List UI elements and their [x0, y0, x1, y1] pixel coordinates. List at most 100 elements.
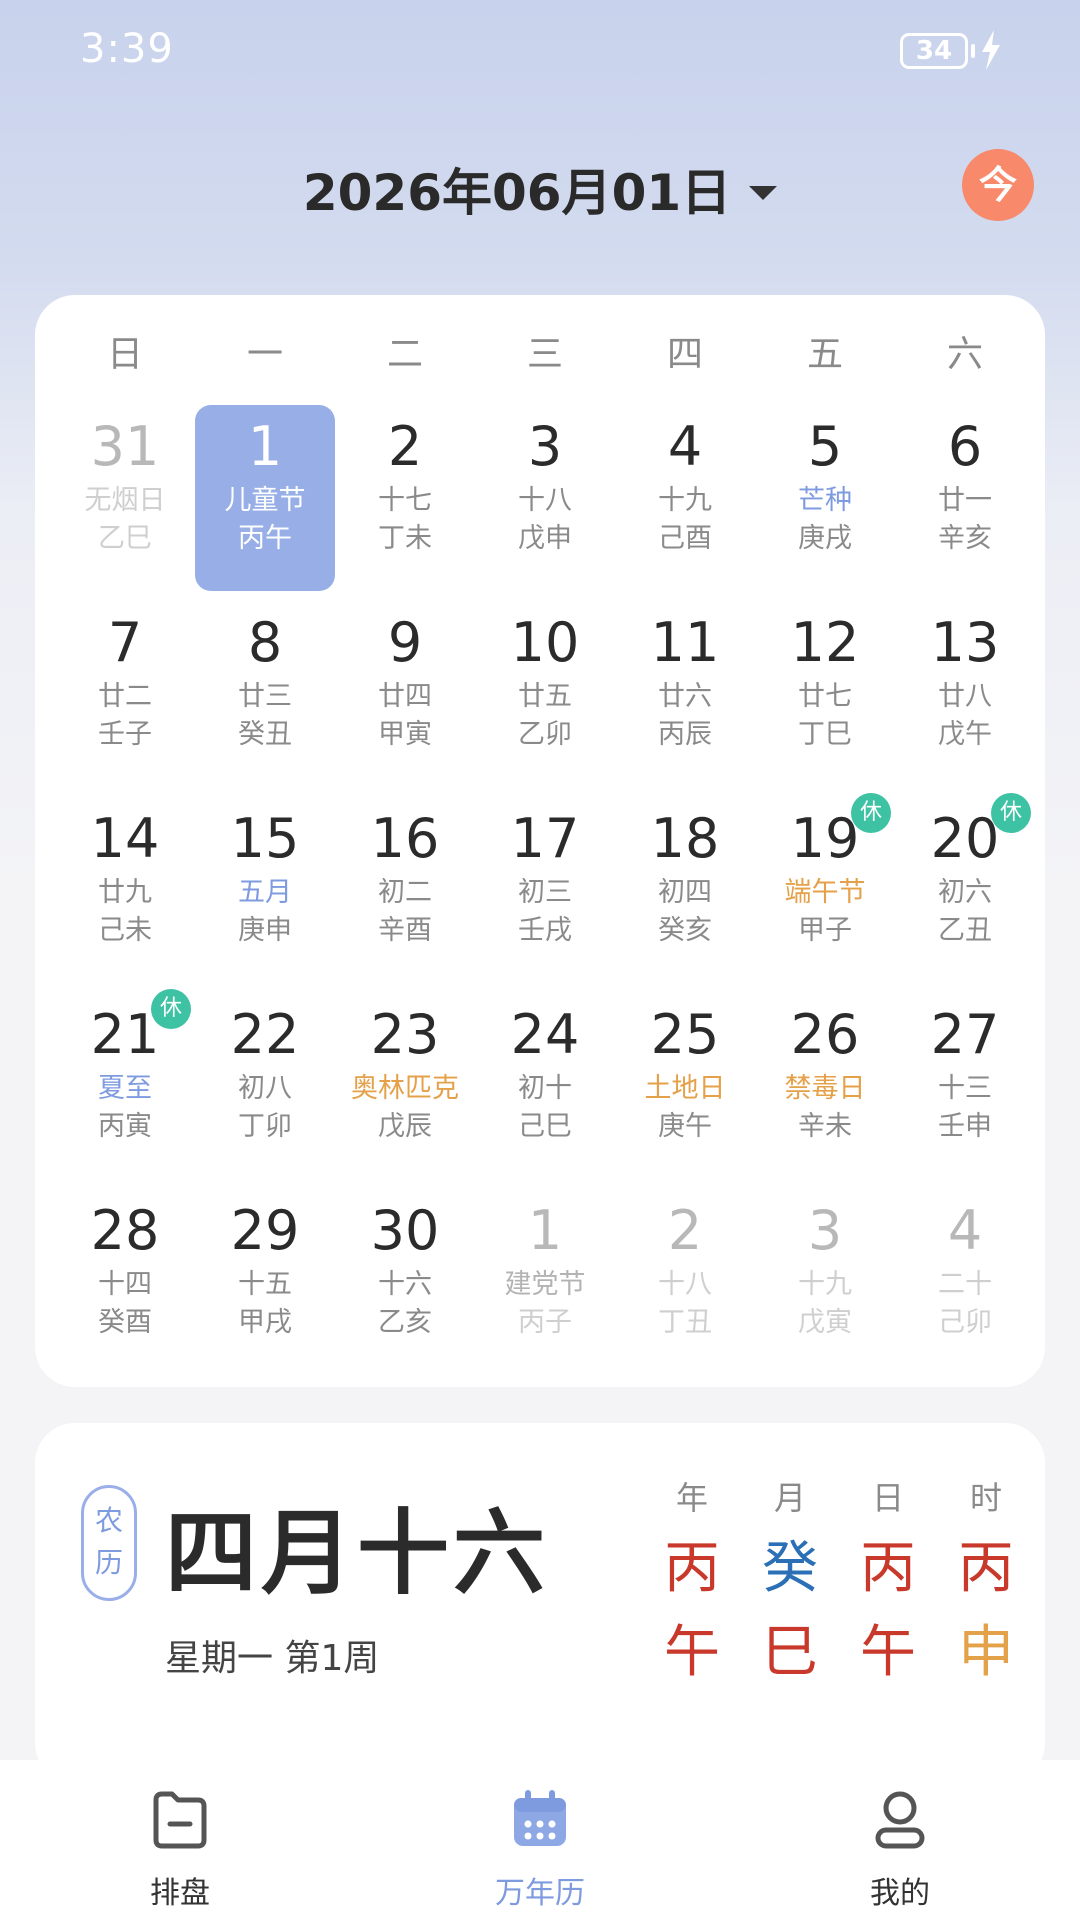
day-cell[interactable]: 25 土地日 庚午: [615, 993, 755, 1179]
week-info: 星期一 第1周: [165, 1638, 380, 1679]
day-cell[interactable]: 11 廿六 丙辰: [615, 601, 755, 787]
day-number: 28: [90, 1199, 160, 1262]
ganzhi-text: 戊辰: [378, 1111, 432, 1142]
day-cell[interactable]: 31 无烟日乙巳: [55, 405, 195, 591]
ganzhi-text: 庚戌: [798, 523, 852, 554]
day-number: 5: [807, 415, 843, 478]
ganzhi-text: 甲寅: [378, 719, 432, 750]
lunar-text: 十八: [518, 485, 572, 516]
day-cell[interactable]: 16 初二 辛酉: [335, 797, 475, 983]
day-cell[interactable]: 休 21 夏至 丙寅: [55, 989, 195, 1179]
day-number: 8: [247, 611, 283, 674]
caret-down-icon: [749, 185, 778, 200]
pillar-stem: 丙: [958, 1536, 1014, 1601]
day-number: 31: [90, 415, 160, 478]
day-cell[interactable]: 17 初三 壬戌: [475, 797, 615, 983]
day-number: 30: [370, 1199, 440, 1262]
nav-label: 排盘: [150, 1876, 210, 1911]
calendar-week: 14 廿九 己未 15 五月 庚申 16 初二 辛酉 17 初三 壬戌 18 初四 癸亥 休 19 端午…: [55, 793, 1035, 993]
day-cell[interactable]: 27 十三 壬申: [895, 993, 1035, 1179]
day-cell[interactable]: 3 十八戊申: [475, 405, 615, 591]
pillar-stem: 丙: [860, 1536, 916, 1601]
day-cell[interactable]: 9 廿四 甲寅: [335, 601, 475, 787]
date-title: 2026年06月01日: [302, 164, 732, 222]
calendar-icon: [514, 1790, 566, 1846]
festival-text: 端午节: [784, 877, 866, 908]
day-cell[interactable]: 8 廿三 癸丑: [195, 601, 335, 787]
day-cell[interactable]: 30 十六 乙亥: [335, 1189, 475, 1375]
lunar-text: 儿童节: [224, 485, 306, 516]
day-cell[interactable]: 12 廿七 丁巳: [755, 601, 895, 787]
day-cell[interactable]: 15 五月 庚申: [195, 797, 335, 983]
day-number: 27: [930, 1003, 1000, 1066]
day-cell[interactable]: 2 十七 丁未: [335, 405, 475, 591]
day-number: 1: [247, 415, 283, 478]
day-cell[interactable]: 14 廿九 己未: [55, 797, 195, 983]
day-number: 14: [90, 807, 160, 870]
day-cell[interactable]: 5 芒种庚戌: [755, 405, 895, 591]
ganzhi-text: 戊申: [518, 523, 572, 554]
nav-mine[interactable]: 我的: [800, 1760, 1000, 1920]
ganzhi-text: 壬申: [938, 1111, 992, 1142]
ganzhi-text: 辛亥: [938, 523, 992, 554]
day-cell[interactable]: 24 初十 己巳: [475, 993, 615, 1179]
day-cell[interactable]: 休 19 端午节 甲子: [755, 793, 895, 983]
day-cell[interactable]: 休 20 初六 乙丑: [895, 793, 1035, 983]
lunar-text: 无烟日: [84, 485, 166, 516]
day-number: 16: [370, 807, 440, 870]
today-button[interactable]: 今: [962, 149, 1034, 221]
day-cell[interactable]: 7 廿二 壬子: [55, 601, 195, 787]
bottom-nav: 排盘 万年历 我的: [0, 1760, 1080, 1920]
lunar-month-text: 五月: [238, 877, 292, 908]
lunar-text: 廿八: [938, 681, 992, 712]
day-cell[interactable]: 10 廿五 乙卯: [475, 601, 615, 787]
day-number: 26: [790, 1003, 860, 1066]
day-cell[interactable]: 23 奥林匹克 戊辰: [335, 993, 475, 1179]
day-cell[interactable]: 28 十四 癸酉: [55, 1189, 195, 1375]
nav-paipan[interactable]: 排盘: [80, 1760, 280, 1920]
day-cell[interactable]: 18 初四 癸亥: [615, 797, 755, 983]
solar-term-text: 芒种: [798, 485, 852, 516]
nav-label: 我的: [870, 1876, 930, 1911]
pillar-branch: 巳: [762, 1620, 818, 1685]
pillar-day: 日 丙 午: [839, 1473, 937, 1695]
festival-text: 奥林匹克: [351, 1073, 459, 1104]
day-cell[interactable]: 6 廿一 辛亥: [895, 405, 1035, 591]
calendar-week: 休 21 夏至 丙寅 22 初八 丁卯 23 奥林匹克 戊辰 24 初十 己巳 25 土地日 庚午 2…: [55, 989, 1035, 1189]
day-cell[interactable]: 13 廿八 戊午: [895, 601, 1035, 787]
day-cell[interactable]: 1 建党节 丙子: [475, 1189, 615, 1375]
day-cell[interactable]: 2 十八 丁丑: [615, 1189, 755, 1375]
lunar-text: 廿七: [798, 681, 852, 712]
nav-label: 万年历: [495, 1876, 585, 1911]
ganzhi-text: 丙寅: [98, 1111, 152, 1142]
day-number: 18: [650, 807, 720, 870]
day-cell[interactable]: 22 初八 丁卯: [195, 993, 335, 1179]
day-cell[interactable]: 3 十九 戊寅: [755, 1189, 895, 1375]
person-icon: [875, 1791, 925, 1849]
day-number: 3: [527, 415, 563, 478]
day-number: 6: [947, 415, 983, 478]
day-number: 22: [230, 1003, 300, 1066]
day-cell[interactable]: 26 禁毒日 辛未: [755, 993, 895, 1179]
day-number: 3: [807, 1199, 843, 1262]
calendar-card: 日 一 二 三 四 五 六 31 无烟日 乙巳 1 儿童节 丙午 2 十七 丁未 3 十八 戊申…: [35, 295, 1045, 1387]
lunar-seal-top: 农: [94, 1504, 123, 1537]
holiday-badge: 休: [851, 793, 891, 833]
lunar-text: 初二: [378, 877, 432, 908]
lunar-text: 初三: [518, 877, 572, 908]
ganzhi-text: 乙巳: [98, 523, 152, 554]
pillar-stem: 丙: [664, 1536, 720, 1601]
weekday-header: 日 一 二 三 四 五 六: [35, 325, 1045, 375]
pillar-label: 时: [969, 1479, 1002, 1517]
nav-calendar[interactable]: 万年历: [440, 1760, 640, 1920]
day-cell[interactable]: 29 十五 甲戌: [195, 1189, 335, 1375]
ganzhi-text: 丁巳: [798, 719, 852, 750]
day-cell-selected[interactable]: 1 儿童节 丙午: [195, 405, 335, 591]
date-picker[interactable]: 2026年06月01日: [0, 153, 1080, 225]
day-cell[interactable]: 4 十九 己酉: [615, 405, 755, 591]
lunar-seal: 农 历: [81, 1485, 137, 1601]
lunar-text: 十九: [658, 485, 712, 516]
ganzhi-text: 庚申: [238, 915, 292, 946]
day-cell[interactable]: 4 二十 己卯: [895, 1189, 1035, 1375]
lunar-text: 廿四: [378, 681, 432, 712]
